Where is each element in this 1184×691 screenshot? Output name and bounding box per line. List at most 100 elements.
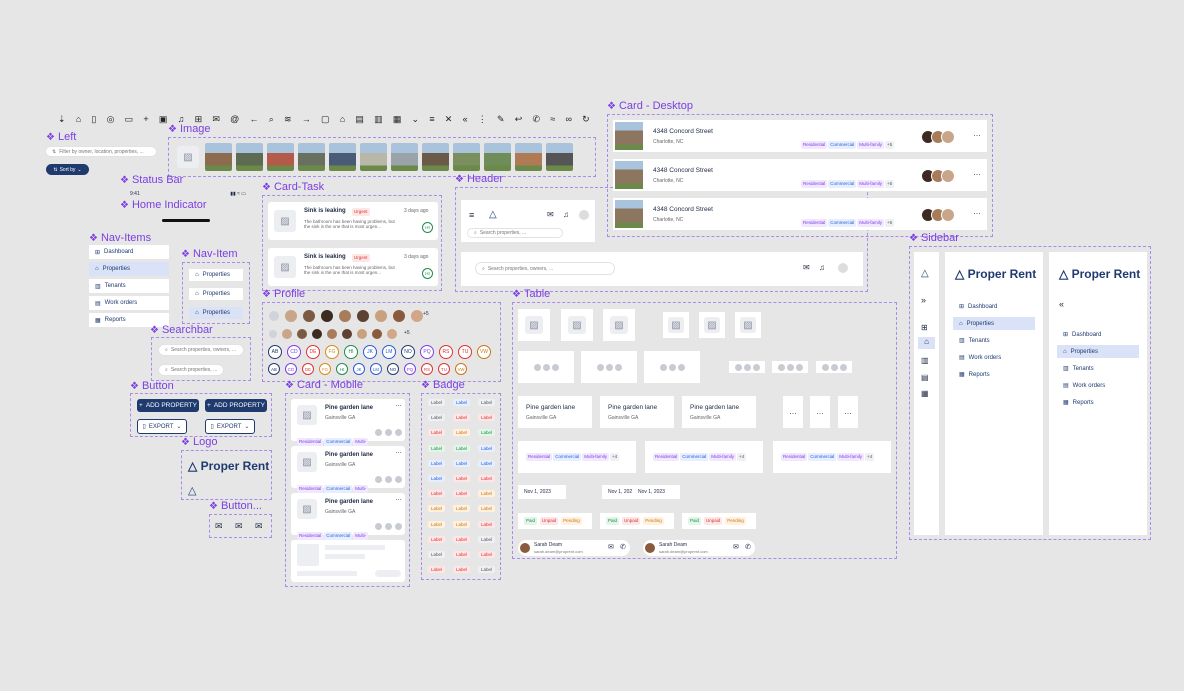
sidebar-item-dashboard[interactable]: ⊞ Dashboard xyxy=(1057,328,1139,341)
bell-icon[interactable]: ♫ xyxy=(819,263,825,272)
mobile-property-card[interactable]: ▨ Pine garden lane Gainsville GA … Residenti… xyxy=(291,493,405,540)
sidebar-item-reports[interactable]: ▦ Reports xyxy=(1057,396,1139,409)
avatar xyxy=(375,429,382,436)
nav-item-default[interactable]: ⌂ Properties xyxy=(189,269,243,281)
export-button-alt[interactable]: ▯ EXPORT ⌄ xyxy=(205,419,255,434)
header-search-input[interactable]: ⌕ Search properties, ... xyxy=(467,228,563,238)
section-label-card-desktop: ❖ Card - Desktop xyxy=(607,100,693,112)
building-icon[interactable]: ▥ xyxy=(921,356,929,365)
avatar[interactable] xyxy=(579,210,589,220)
bell-icon[interactable]: ♫ xyxy=(563,210,569,219)
initials-avatar: RS xyxy=(421,363,433,375)
property-thumbnail xyxy=(615,200,643,228)
task-card[interactable]: ▨ Sink is leaking Urgent 3 days ago The … xyxy=(268,248,438,286)
add-property-button[interactable]: + ADD PROPERTY xyxy=(137,399,199,412)
task-card[interactable]: ▨ Sink is leaking Urgent 3 days ago The … xyxy=(268,202,438,240)
mail-icon-button[interactable]: ✉ xyxy=(255,521,263,532)
avatar xyxy=(542,363,550,371)
search-input-small[interactable]: ⌕ Search properties, ... xyxy=(158,364,224,376)
tag: Residential xyxy=(653,453,680,461)
filter-input[interactable]: ⇅ Filter by owner, location, properties, … xyxy=(45,146,157,157)
searchbar-frame: ⌕ Search properties, owners, ... ⌕ Search … xyxy=(151,337,251,381)
avatar xyxy=(659,363,667,371)
avatar-group-cell xyxy=(581,351,637,383)
collapse-icon[interactable]: « xyxy=(1059,299,1064,309)
nav-item-work-orders[interactable]: ▤ Work orders xyxy=(89,296,169,310)
property-address: 4348 Concord Street xyxy=(653,167,713,174)
more-icon[interactable]: … xyxy=(395,448,402,455)
add-property-button-alt[interactable]: + ADD PROPERTY xyxy=(205,399,267,412)
more-icon[interactable]: … xyxy=(973,207,981,216)
nav-item-hover[interactable]: ⌂ Properties xyxy=(189,288,243,300)
mail-icon: ✉ xyxy=(212,114,220,124)
property-thumbnail xyxy=(267,143,294,171)
label-badge: Label xyxy=(428,475,446,482)
more-icon[interactable]: … xyxy=(973,129,981,138)
sort-button[interactable]: ⇅ Sort by ⌄ xyxy=(46,164,89,175)
desktop-property-card[interactable]: 4348 Concord Street Charlotte, NC Resident… xyxy=(613,198,987,230)
nav-item-dashboard[interactable]: ⊞ Dashboard xyxy=(89,245,169,259)
label-badge: Label xyxy=(453,505,471,513)
grid-icon[interactable]: ⊞ xyxy=(921,323,928,332)
mail-icon[interactable]: ✉ xyxy=(733,543,739,551)
search-input[interactable]: ⌕ Search properties, owners, ... xyxy=(158,344,244,356)
avatar xyxy=(342,329,352,339)
more-button-cell[interactable]: … xyxy=(810,396,830,428)
sidebar-item-label: Properties xyxy=(1070,348,1098,355)
search-icon: ⌕ xyxy=(165,347,168,353)
sidebar-item-dashboard[interactable]: ⊞ Dashboard xyxy=(953,300,1035,313)
more-icon[interactable]: … xyxy=(973,168,981,177)
sidebar-item-label: Work orders xyxy=(968,354,1002,361)
mobile-property-card[interactable]: ▨ Pine garden lane Gainsville GA … Residenti… xyxy=(291,446,405,493)
nav-item-active[interactable]: ⌂ Properties xyxy=(189,307,243,319)
sidebar-item-tenants[interactable]: ▥ Tenants xyxy=(953,334,1035,347)
more-button-cell[interactable]: … xyxy=(783,396,803,428)
sidebar-item-reports[interactable]: ▦ Reports xyxy=(953,368,1035,381)
sidebar-item-properties[interactable]: ⌂ Properties xyxy=(953,317,1035,330)
desktop-property-card[interactable]: 4348 Concord Street Charlotte, NC Resident… xyxy=(613,120,987,152)
badge-frame: Label Label Label Label Label Label Label Label… xyxy=(421,393,501,580)
label-badge: Label xyxy=(428,566,446,574)
tag: Multi-family xyxy=(709,453,737,461)
label-badge: Label xyxy=(478,566,496,574)
sidebar-item-work-orders[interactable]: ▤ Work orders xyxy=(953,351,1035,364)
export-button[interactable]: ▯ EXPORT ⌄ xyxy=(137,419,187,434)
avatar[interactable] xyxy=(838,263,848,273)
sidebar-item-tenants[interactable]: ▥ Tenants xyxy=(1057,362,1139,375)
sidebar-item-work-orders[interactable]: ▤ Work orders xyxy=(1057,379,1139,392)
lock-icon[interactable]: ▤ xyxy=(921,373,929,382)
more-icon[interactable]: … xyxy=(395,495,402,502)
nav-item-properties[interactable]: ⌂ Properties xyxy=(89,262,169,276)
avatar xyxy=(605,363,613,371)
more-button-cell[interactable]: … xyxy=(838,396,858,428)
nav-item-tenants[interactable]: ▥ Tenants xyxy=(89,279,169,293)
card-title: Pine garden lane xyxy=(325,499,374,505)
logo-mark-icon: △ xyxy=(489,209,497,220)
mail-icon[interactable]: ✉ xyxy=(803,263,810,272)
mail-icon-button[interactable]: ✉ xyxy=(215,521,223,532)
phone-icon[interactable]: ✆ xyxy=(620,543,626,551)
sidebar-item-properties[interactable]: ⌂ Properties xyxy=(1057,345,1139,358)
section-label-image: ❖ Image xyxy=(168,123,211,135)
tags-cell: Residential Commercial Multi-family +4 xyxy=(773,441,891,473)
header-search-input-wide[interactable]: ⌕ Search properties, owners, ... xyxy=(475,262,615,275)
status-cell: Paid Unpaid Pending xyxy=(682,513,756,529)
section-label-card-task: ❖ Card-Task xyxy=(262,181,325,193)
chart-icon[interactable]: ▦ xyxy=(921,389,929,398)
mail-icon-button[interactable]: ✉ xyxy=(235,521,243,532)
section-label-text: Status Bar xyxy=(131,174,184,186)
home-icon[interactable]: ⌂ xyxy=(918,337,935,349)
expand-icon[interactable]: » xyxy=(921,295,926,305)
trash-icon: ▢ xyxy=(320,114,330,124)
sidebar-logo: △ Proper Rent xyxy=(955,267,1036,281)
search-icon: ⌕ xyxy=(474,230,477,236)
desktop-property-card[interactable]: 4348 Concord Street Charlotte, NC Resident… xyxy=(613,159,987,191)
mobile-property-card[interactable]: ▨ Pine garden lane Gainsville GA … Residenti… xyxy=(291,399,405,446)
more-icon[interactable]: … xyxy=(395,401,402,408)
image-placeholder-icon: ▨ xyxy=(740,317,756,333)
phone-icon[interactable]: ✆ xyxy=(745,543,751,551)
mail-icon[interactable]: ✉ xyxy=(547,210,554,219)
urgent-badge: Urgent xyxy=(352,254,370,262)
menu-icon[interactable]: ≡ xyxy=(469,210,474,220)
mail-icon[interactable]: ✉ xyxy=(608,543,614,551)
